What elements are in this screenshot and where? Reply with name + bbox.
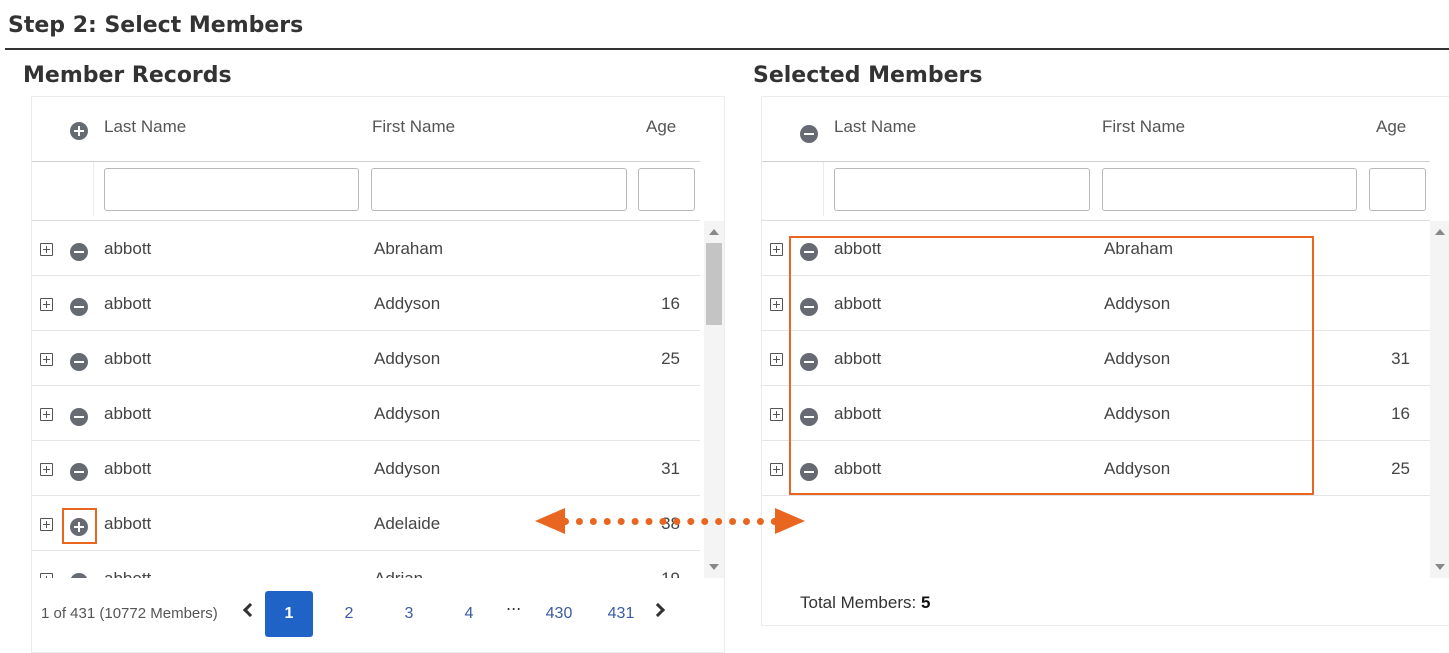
remove-all-icon[interactable]: [800, 125, 818, 143]
page-button[interactable]: 430: [535, 591, 583, 637]
cell-first-name: Addyson: [374, 349, 441, 368]
filter-age-input[interactable]: [1369, 168, 1426, 211]
cell-age: 31: [661, 459, 680, 478]
step-divider: [5, 48, 1449, 50]
highlight-selected-rows: [789, 236, 1314, 495]
remove-member-icon[interactable]: [70, 463, 88, 481]
filter-separator: [93, 162, 94, 216]
remove-member-icon[interactable]: [70, 573, 88, 578]
expand-icon[interactable]: [40, 518, 53, 531]
filter-first-name-input[interactable]: [371, 168, 627, 211]
cell-last-name: abbott: [104, 349, 152, 368]
filter-separator: [823, 162, 824, 216]
remove-member-icon[interactable]: [70, 243, 88, 261]
remove-member-icon[interactable]: [70, 353, 88, 371]
cell-age: 25: [1391, 459, 1410, 478]
filter-age-input[interactable]: [638, 168, 695, 211]
cell-age: 19: [640, 569, 680, 578]
scroll-thumb[interactable]: [706, 243, 722, 325]
arrow-right-icon: [775, 508, 805, 534]
member-records-grid: Last Name First Name Age abbott Abraham ab…: [31, 96, 725, 653]
header-first-name[interactable]: First Name: [372, 117, 455, 137]
table-row[interactable]: abbott Addyson: [32, 386, 700, 441]
table-row[interactable]: abbott Addyson 16: [32, 276, 700, 331]
expand-icon[interactable]: [40, 243, 53, 256]
cell-first-name: Addyson: [374, 404, 441, 423]
arrow-left-icon: [535, 508, 565, 534]
cell-last-name: abbott: [104, 239, 152, 258]
pager-info: 1 of 431 (10772 Members): [41, 605, 218, 622]
scroll-up-icon[interactable]: [1435, 229, 1445, 235]
expand-icon[interactable]: [40, 573, 53, 578]
header-first-name[interactable]: First Name: [1102, 117, 1185, 137]
expand-icon[interactable]: [40, 298, 53, 311]
header-divider: [762, 161, 1430, 162]
page-button[interactable]: 3: [385, 591, 433, 637]
filter-last-name-input[interactable]: [104, 168, 359, 211]
table-row[interactable]: abbott Addyson 25: [32, 331, 700, 386]
page-button[interactable]: 2: [325, 591, 373, 637]
header-last-name[interactable]: Last Name: [834, 117, 916, 137]
add-all-icon[interactable]: [70, 122, 88, 140]
selected-members-title: Selected Members: [753, 63, 983, 88]
total-members-label: Total Members:: [800, 593, 917, 612]
step-title: Step 2: Select Members: [8, 13, 304, 38]
header-last-name[interactable]: Last Name: [104, 117, 186, 137]
page-button[interactable]: 4: [445, 591, 493, 637]
cell-first-name: Adrian: [374, 569, 423, 578]
total-members-value: 5: [920, 593, 931, 612]
cell-age: 16: [1391, 404, 1410, 423]
table-row[interactable]: abbott Addyson 31: [32, 441, 700, 496]
expand-icon[interactable]: [770, 298, 783, 311]
header-age[interactable]: Age: [1376, 117, 1406, 137]
filter-last-name-input[interactable]: [834, 168, 1090, 211]
cell-age: 25: [661, 349, 680, 368]
cell-first-name: Abraham: [374, 239, 443, 258]
table-row[interactable]: abbott Abraham: [32, 221, 700, 276]
expand-icon[interactable]: [40, 353, 53, 366]
cell-first-name: Addyson: [374, 294, 441, 313]
prev-page-icon[interactable]: [242, 602, 258, 618]
filter-first-name-input[interactable]: [1102, 168, 1357, 211]
header-divider: [32, 161, 700, 162]
page-button[interactable]: 1: [265, 591, 313, 637]
page-button[interactable]: 431: [597, 591, 645, 637]
expand-icon[interactable]: [40, 463, 53, 476]
cell-first-name: Adelaide: [374, 514, 441, 533]
cell-age: 31: [1391, 349, 1410, 368]
scroll-up-icon[interactable]: [709, 229, 719, 235]
scroll-down-icon[interactable]: [1435, 564, 1445, 570]
expand-icon[interactable]: [770, 243, 783, 256]
cell-last-name: abbott: [104, 514, 152, 533]
remove-member-icon[interactable]: [70, 408, 88, 426]
expand-icon[interactable]: [770, 408, 783, 421]
table-row[interactable]: abbott Adrian 19: [32, 551, 700, 578]
expand-icon[interactable]: [40, 408, 53, 421]
cell-age: 16: [661, 294, 680, 313]
member-records-title: Member Records: [23, 63, 232, 88]
expand-icon[interactable]: [770, 463, 783, 476]
remove-member-icon[interactable]: [70, 298, 88, 316]
cell-last-name: abbott: [104, 459, 152, 478]
cell-last-name: abbott: [104, 569, 151, 578]
cell-last-name: abbott: [104, 404, 152, 423]
scroll-down-icon[interactable]: [709, 564, 719, 570]
right-scrollbar[interactable]: [1430, 221, 1449, 578]
highlight-add-icon: [62, 508, 97, 544]
next-page-icon[interactable]: [650, 602, 666, 618]
cell-last-name: abbott: [104, 294, 152, 313]
total-members: Total Members: 5: [800, 593, 930, 613]
cell-first-name: Addyson: [374, 459, 441, 478]
expand-icon[interactable]: [770, 353, 783, 366]
pager-ellipsis: ...: [506, 595, 522, 614]
header-age[interactable]: Age: [646, 117, 676, 137]
transfer-arrow: [562, 518, 778, 525]
